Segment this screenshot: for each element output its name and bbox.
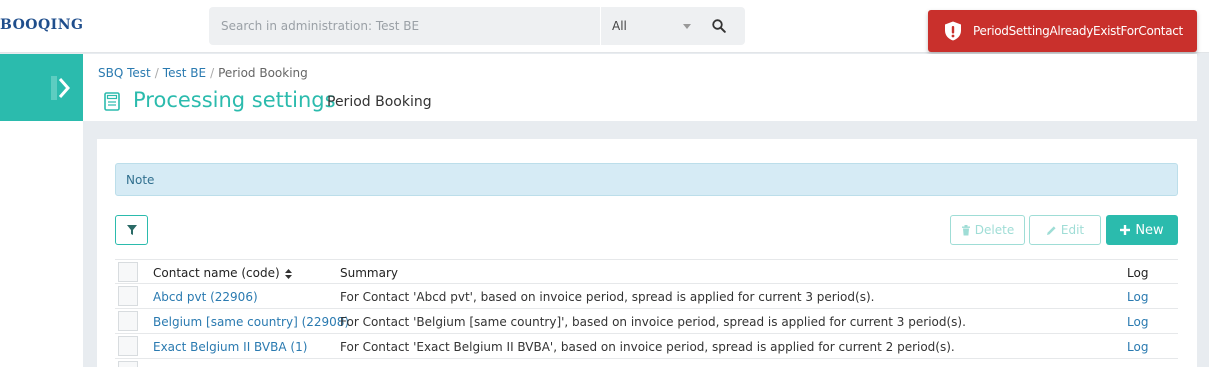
log-link[interactable]: Log — [1127, 315, 1148, 329]
sort-icon[interactable] — [284, 268, 292, 279]
filter-icon — [127, 225, 137, 235]
row-checkbox[interactable] — [118, 336, 138, 356]
edit-label: Edit — [1060, 223, 1085, 237]
settings-table: Contact name (code) Summary Log Abcd pvt… — [115, 259, 1178, 367]
plus-icon — [1120, 225, 1131, 235]
chevron-right-icon — [51, 76, 71, 100]
contact-link[interactable]: Belgium [same country] (22908) — [153, 315, 349, 329]
search-input[interactable] — [209, 7, 601, 45]
page-header: SBQ Test / Test BE / Period Booking Processi… — [83, 54, 1197, 121]
pencil-icon — [1046, 225, 1056, 235]
new-button[interactable]: New — [1106, 215, 1178, 245]
page-subtitle: Period Booking — [327, 94, 432, 110]
page-title: Processing settings — [133, 88, 336, 112]
contact-link[interactable]: Exact Belgium II BVBA (1) — [153, 340, 307, 354]
table-row[interactable] — [115, 359, 1178, 367]
document-icon — [104, 92, 120, 111]
table-row[interactable]: Exact Belgium II BVBA (1) For Contact 'E… — [115, 334, 1178, 359]
edit-button[interactable]: Edit — [1029, 215, 1101, 245]
content-panel: Note Delete Edit New Contact name (code)… — [97, 139, 1197, 367]
search-bar: All — [209, 7, 745, 45]
toast-message: PeriodSettingAlreadyExistForContact — [973, 24, 1183, 38]
breadcrumb-item-test-be[interactable]: Test BE — [163, 66, 206, 80]
search-divider — [600, 7, 601, 45]
table-row[interactable]: Belgium [same country] (22908) For Conta… — [115, 309, 1178, 334]
log-link[interactable]: Log — [1127, 290, 1148, 304]
table-row[interactable]: Abcd pvt (22906) For Contact 'Abcd pvt',… — [115, 284, 1178, 309]
select-all-checkbox[interactable] — [118, 262, 138, 282]
search-scope-select[interactable]: All — [612, 19, 627, 33]
app-logo[interactable]: BOOQING — [0, 17, 83, 33]
contact-link[interactable]: Abcd pvt (22906) — [153, 290, 258, 304]
table-header-row: Contact name (code) Summary Log — [115, 259, 1178, 284]
delete-button[interactable]: Delete — [950, 215, 1025, 245]
summary-text: For Contact 'Abcd pvt', based on invoice… — [340, 290, 875, 304]
error-toast[interactable]: PeriodSettingAlreadyExistForContact — [928, 10, 1197, 52]
row-checkbox[interactable] — [118, 361, 138, 367]
search-button[interactable] — [707, 15, 731, 37]
breadcrumb-item-sbq-test[interactable]: SBQ Test — [98, 66, 151, 80]
note-panel[interactable]: Note — [115, 163, 1178, 196]
row-checkbox[interactable] — [118, 286, 138, 306]
column-header-contact[interactable]: Contact name (code) — [153, 266, 292, 280]
column-header-summary: Summary — [340, 266, 398, 280]
column-header-contact-label: Contact name (code) — [153, 266, 280, 280]
row-checkbox[interactable] — [118, 311, 138, 331]
summary-text: For Contact 'Belgium [same country]', ba… — [340, 315, 966, 329]
caret-down-icon[interactable] — [683, 24, 691, 29]
new-label: New — [1135, 222, 1164, 238]
column-header-log: Log — [1127, 266, 1149, 280]
summary-text: For Contact 'Exact Belgium II BVBA', bas… — [340, 340, 955, 354]
log-link[interactable]: Log — [1127, 340, 1148, 354]
breadcrumb-separator: / — [210, 66, 215, 80]
breadcrumb-item-current: Period Booking — [218, 66, 308, 80]
breadcrumb-separator: / — [154, 66, 159, 80]
search-icon — [712, 19, 726, 33]
sidebar-toggle[interactable] — [0, 54, 83, 121]
delete-label: Delete — [974, 223, 1015, 237]
trash-icon — [961, 224, 970, 235]
breadcrumb: SBQ Test / Test BE / Period Booking — [98, 66, 308, 80]
shield-alert-icon — [945, 21, 961, 41]
filter-button[interactable] — [115, 215, 148, 245]
